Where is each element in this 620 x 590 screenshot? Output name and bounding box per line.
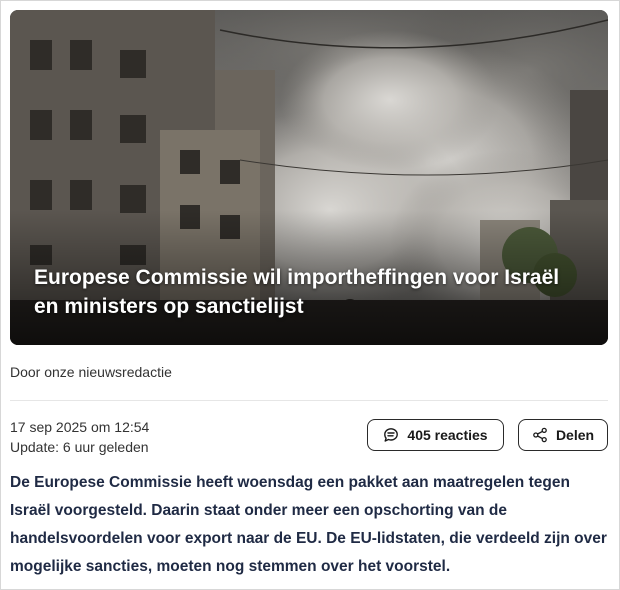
comments-button[interactable]: 405 reacties: [367, 419, 504, 451]
article-meta: 17 sep 2025 om 12:54 Update: 6 uur geled…: [10, 417, 149, 457]
speech-bubble-icon: [383, 427, 399, 443]
share-label: Delen: [555, 427, 595, 443]
divider: [10, 400, 608, 401]
share-button[interactable]: Delen: [518, 419, 608, 451]
publish-date: 17 sep 2025 om 12:54: [10, 419, 150, 435]
comments-label: 405 reacties: [407, 427, 488, 443]
article-title: Europese Commissie wil importheffingen v…: [34, 266, 560, 318]
hero-image[interactable]: Europese Commissie wil importheffingen v…: [10, 10, 608, 345]
share-icon: [532, 427, 548, 443]
update-time: Update: 6 uur geleden: [10, 439, 149, 455]
byline: Door onze nieuwsredactie: [10, 364, 172, 380]
article-lead: De Europese Commissie heeft woensdag een…: [10, 474, 607, 575]
